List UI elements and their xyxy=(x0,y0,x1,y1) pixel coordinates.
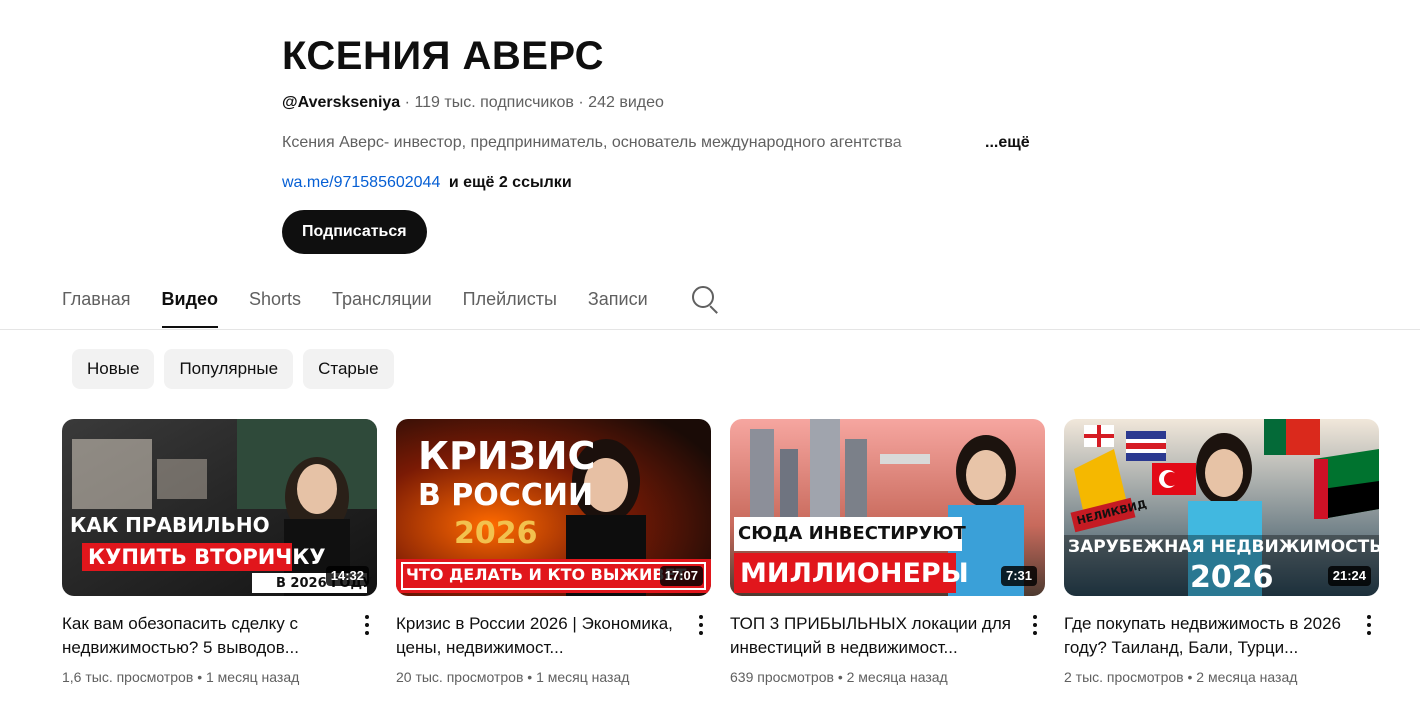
video-title[interactable]: Как вам обезопасить сделку с недвижимост… xyxy=(62,612,347,660)
chip-newest[interactable]: Новые xyxy=(72,349,155,389)
video-meta: 20 тыс. просмотров • 1 месяц назад xyxy=(396,667,711,687)
video-card[interactable]: НЕЛИКВИД ЗАРУБЕЖНАЯ НЕДВИЖИМОСТЬ 2026 21… xyxy=(1064,419,1379,687)
meta-separator: · xyxy=(578,94,584,111)
description-text: Ксения Аверс- инвестор, предприниматель,… xyxy=(282,134,902,151)
thumb-caption: КАК ПРАВИЛЬНО xyxy=(70,513,270,537)
video-grid: КАК ПРАВИЛЬНО КУПИТЬ ВТОРИЧКУ В 2026 ГОД… xyxy=(62,419,1398,687)
sort-chips: Новые Популярные Старые xyxy=(72,349,404,389)
upload-age: 2 месяца назад xyxy=(1196,669,1298,685)
tab-shorts[interactable]: Shorts xyxy=(249,276,301,328)
video-duration: 7:31 xyxy=(1000,566,1037,586)
tab-posts[interactable]: Записи xyxy=(588,276,648,328)
subscriber-count: 119 тыс. подписчиков xyxy=(414,94,574,111)
meta-separator: · xyxy=(404,94,410,111)
video-title[interactable]: Кризис в России 2026 | Экономика, цены, … xyxy=(396,612,681,660)
thumb-caption: СЮДА ИНВЕСТИРУЮТ xyxy=(738,523,966,544)
video-thumbnail[interactable]: СЮДА ИНВЕСТИРУЮТ МИЛЛИОНЕРЫ 7:31 xyxy=(730,419,1045,596)
thumb-caption: КРИЗИС xyxy=(418,434,596,478)
upload-age: 2 месяца назад xyxy=(846,669,948,685)
channel-name: КСЕНИЯ АВЕРС xyxy=(282,34,604,78)
description-more-button[interactable]: ...ещё xyxy=(985,132,1030,154)
more-actions-icon[interactable] xyxy=(693,613,709,639)
thumb-caption: 2026 xyxy=(454,516,538,551)
video-thumbnail[interactable]: КАК ПРАВИЛЬНО КУПИТЬ ВТОРИЧКУ В 2026 ГОД… xyxy=(62,419,377,596)
video-title[interactable]: Где покупать недвижимость в 2026 году? Т… xyxy=(1064,612,1349,660)
channel-meta: @Averskseniya · 119 тыс. подписчиков · 2… xyxy=(282,92,1082,114)
video-duration: 14:32 xyxy=(325,566,369,586)
channel-tabs: Главная Видео Shorts Трансляции Плейлист… xyxy=(62,276,721,330)
video-count: 242 видео xyxy=(588,94,664,111)
channel-handle: @Averskseniya xyxy=(282,94,401,111)
video-meta: 1,6 тыс. просмотров • 1 месяц назад xyxy=(62,667,377,687)
more-links-button[interactable]: и ещё 2 ссылки xyxy=(449,174,572,191)
video-card[interactable]: КАК ПРАВИЛЬНО КУПИТЬ ВТОРИЧКУ В 2026 ГОД… xyxy=(62,419,377,687)
video-duration: 21:24 xyxy=(1327,566,1371,586)
video-title[interactable]: ТОП 3 ПРИБЫЛЬНЫХ локации для инвестиций … xyxy=(730,612,1015,660)
upload-age: 1 месяц назад xyxy=(205,669,300,685)
tab-playlists[interactable]: Плейлисты xyxy=(463,276,557,328)
thumb-caption: МИЛЛИОНЕРЫ xyxy=(740,558,969,589)
tab-home[interactable]: Главная xyxy=(62,276,131,328)
channel-description[interactable]: Ксения Аверс- инвестор, предприниматель,… xyxy=(282,132,1042,154)
search-icon[interactable] xyxy=(691,285,721,315)
view-count: 20 тыс. просмотров xyxy=(396,669,524,685)
video-card[interactable]: КРИЗИС В РОССИИ 2026 ЧТО ДЕЛАТЬ И КТО ВЫ… xyxy=(396,419,711,687)
tab-live[interactable]: Трансляции xyxy=(332,276,432,328)
more-actions-icon[interactable] xyxy=(1027,613,1043,639)
subscribe-button[interactable]: Подписаться xyxy=(282,210,427,254)
view-count: 639 просмотров xyxy=(730,669,834,685)
view-count: 2 тыс. просмотров xyxy=(1064,669,1184,685)
video-meta: 639 просмотров • 2 месяца назад xyxy=(730,667,1045,687)
channel-link[interactable]: wa.me/971585602044 xyxy=(282,174,440,191)
meta-separator: • xyxy=(197,669,206,685)
meta-separator: • xyxy=(837,669,847,685)
thumb-caption: В РОССИИ xyxy=(418,478,594,513)
channel-links: wa.me/971585602044 и ещё 2 ссылки xyxy=(282,172,1082,194)
chip-popular[interactable]: Популярные xyxy=(164,349,294,389)
more-actions-icon[interactable] xyxy=(359,613,375,639)
thumb-caption: ЧТО ДЕЛАТЬ И КТО ВЫЖИВЕТ xyxy=(406,565,687,584)
tabs-divider xyxy=(0,329,1420,330)
video-thumbnail[interactable]: КРИЗИС В РОССИИ 2026 ЧТО ДЕЛАТЬ И КТО ВЫ… xyxy=(396,419,711,596)
thumb-caption: КУПИТЬ ВТОРИЧКУ xyxy=(88,545,326,569)
channel-header: КСЕНИЯ АВЕРС @Averskseniya · 119 тыс. по… xyxy=(282,30,1082,254)
tab-videos[interactable]: Видео xyxy=(161,276,218,328)
video-card[interactable]: СЮДА ИНВЕСТИРУЮТ МИЛЛИОНЕРЫ 7:31 ТОП 3 П… xyxy=(730,419,1045,687)
meta-separator: • xyxy=(1187,669,1197,685)
thumb-caption: 2026 xyxy=(1190,560,1274,595)
thumb-caption: ЗАРУБЕЖНАЯ НЕДВИЖИМОСТЬ xyxy=(1068,537,1379,557)
video-meta: 2 тыс. просмотров • 2 месяца назад xyxy=(1064,667,1379,687)
upload-age: 1 месяц назад xyxy=(536,669,630,685)
meta-separator: • xyxy=(527,669,537,685)
video-duration: 17:07 xyxy=(659,566,703,586)
view-count: 1,6 тыс. просмотров xyxy=(62,669,194,685)
more-actions-icon[interactable] xyxy=(1361,613,1377,639)
chip-oldest[interactable]: Старые xyxy=(303,349,394,389)
video-thumbnail[interactable]: НЕЛИКВИД ЗАРУБЕЖНАЯ НЕДВИЖИМОСТЬ 2026 21… xyxy=(1064,419,1379,596)
